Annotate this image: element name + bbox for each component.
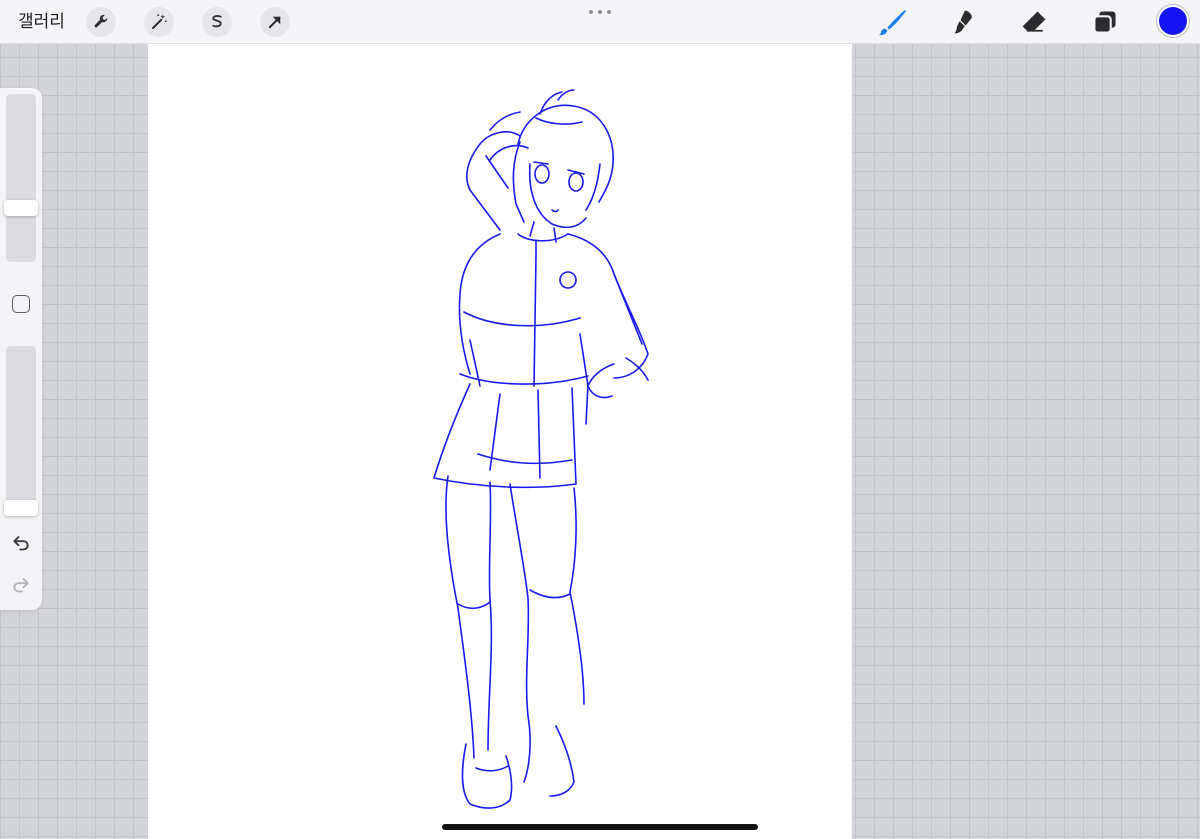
wrench-icon [94, 14, 108, 28]
selection-icon [212, 15, 222, 28]
dot [607, 10, 611, 14]
layers-icon [1093, 11, 1116, 34]
opacity-thumb[interactable] [4, 500, 38, 516]
smudge-tool-button[interactable] [948, 6, 980, 38]
brush-size-slider[interactable] [4, 94, 38, 262]
opacity-slider[interactable] [4, 346, 38, 516]
undo-button[interactable] [10, 531, 32, 553]
brush-icon [878, 9, 907, 36]
redo-icon [13, 578, 29, 593]
drawing-canvas[interactable] [148, 44, 852, 839]
gallery-button[interactable]: 갤러리 [18, 10, 65, 34]
paint-tool-button[interactable] [877, 6, 909, 38]
transform-arrow-icon [268, 16, 281, 29]
top-toolbar: 갤러리 [0, 0, 1200, 44]
transform-button[interactable] [260, 7, 290, 37]
layers-button[interactable] [1089, 6, 1121, 38]
smudge-icon [954, 10, 972, 34]
dot [589, 10, 593, 14]
eraser-icon [1022, 11, 1046, 32]
more-options-dots[interactable] [589, 8, 611, 16]
left-sidebar [0, 88, 42, 610]
brush-size-thumb[interactable] [4, 200, 38, 216]
dot [598, 10, 602, 14]
selection-button[interactable] [202, 7, 232, 37]
undo-icon [13, 536, 29, 551]
color-picker-button[interactable] [1159, 7, 1187, 35]
modify-button[interactable] [12, 295, 30, 313]
eraser-tool-button[interactable] [1018, 6, 1050, 38]
home-indicator[interactable] [442, 824, 758, 830]
magic-wand-icon [152, 14, 167, 29]
sketch-artwork [433, 89, 649, 809]
adjustments-button[interactable] [144, 7, 174, 37]
actions-button[interactable] [86, 7, 116, 37]
redo-button[interactable] [10, 573, 32, 595]
